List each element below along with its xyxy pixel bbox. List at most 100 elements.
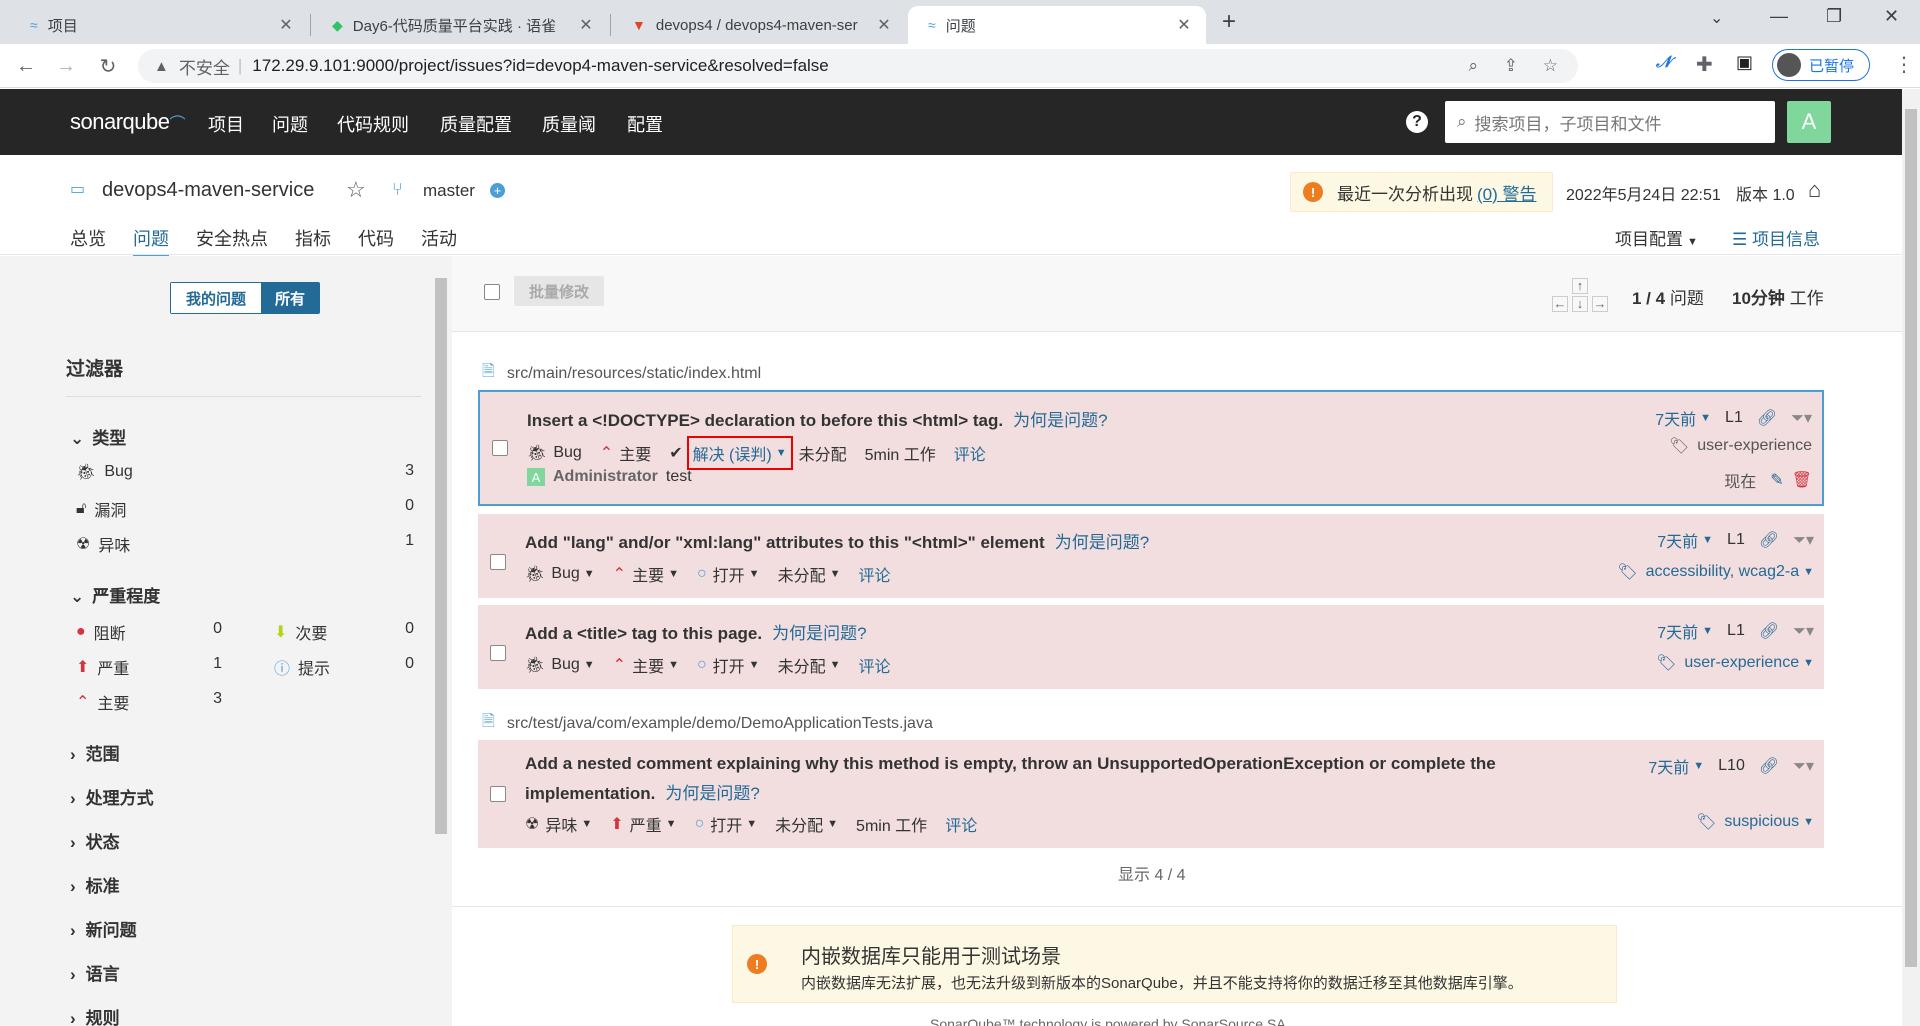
issue-card[interactable]: Add "lang" and/or "xml:lang" attributes …: [478, 514, 1824, 598]
issue-tags-dropdown[interactable]: 🏷︎ accessibility, wcag2-a ▼: [1603, 562, 1814, 582]
issue-checkbox[interactable]: [492, 440, 508, 456]
issue-status-dropdown[interactable]: ○ 打开 ▼: [695, 812, 758, 836]
facet-new-issues-header[interactable]: › 新问题: [70, 916, 137, 941]
sonarqube-logo[interactable]: sonarqube⌒: [70, 109, 185, 135]
sidepanel-icon[interactable]: ▣: [1736, 52, 1753, 73]
filter-severity-info[interactable]: ⓘ 提示: [274, 655, 330, 679]
filter-severity-minor[interactable]: ⬇ 次要: [274, 620, 327, 644]
filter-icon[interactable]: ⏷▾: [1791, 408, 1812, 428]
tab-issues[interactable]: 问题: [133, 225, 169, 258]
project-info-link[interactable]: ☰ 项目信息: [1732, 225, 1820, 250]
facet-severity-header[interactable]: ⌄ 严重程度: [70, 582, 160, 607]
favorite-star-icon[interactable]: ☆: [346, 177, 366, 203]
nav-quality-gates[interactable]: 质量阈: [542, 111, 596, 137]
tab-activity[interactable]: 活动: [421, 225, 457, 251]
why-link[interactable]: 为何是问题?: [1055, 533, 1149, 552]
browser-tab[interactable]: ▼ devops4 / devops4-maven-ser ✕: [612, 6, 906, 44]
permalink-icon[interactable]: 🔗︎: [1759, 530, 1779, 550]
issue-status-dropdown[interactable]: 解决 (误判) ▼: [686, 436, 793, 470]
profile-button[interactable]: 已暂停: [1772, 49, 1870, 81]
issue-card-selected[interactable]: Insert a <!DOCTYPE> declaration to befor…: [478, 390, 1824, 506]
facet-type-header[interactable]: ⌄ 类型: [70, 424, 126, 449]
facet-standards-header[interactable]: › 标准: [70, 872, 120, 897]
maximize-icon[interactable]: ❐: [1826, 6, 1842, 27]
filter-icon[interactable]: ⏷▾: [1793, 530, 1814, 550]
delete-trash-icon[interactable]: 🗑︎: [1792, 470, 1812, 490]
facet-scope-header[interactable]: › 范围: [70, 740, 120, 765]
facet-resolution-header[interactable]: › 处理方式: [70, 784, 154, 809]
branch-name[interactable]: master: [423, 181, 475, 201]
filter-icon[interactable]: ⏷▾: [1793, 756, 1814, 776]
issue-message-text[interactable]: Add a <title> tag to this page.: [525, 624, 762, 643]
minimize-icon[interactable]: —: [1770, 6, 1788, 27]
my-issues-button[interactable]: 我的问题: [171, 283, 261, 313]
issue-severity-dropdown[interactable]: ⬆ 严重 ▼: [610, 812, 676, 836]
warning-link[interactable]: (0) 警告: [1477, 180, 1537, 205]
issue-type-dropdown[interactable]: 🐞︎ Bug ▼: [525, 655, 595, 675]
filter-severity-blocker[interactable]: ● 阻断: [76, 620, 126, 644]
url-bar[interactable]: ▲ 不安全 | 172.29.9.101:9000/project/issues…: [138, 49, 1578, 83]
issue-card[interactable]: Add a <title> tag to this page. 为何是问题? 🐞︎…: [478, 605, 1824, 689]
menu-dots-icon[interactable]: ⋮: [1894, 52, 1914, 77]
window-close-icon[interactable]: ✕: [1884, 6, 1899, 27]
issue-type-dropdown[interactable]: ☢ 异味 ▼: [525, 812, 592, 836]
issue-tags-dropdown[interactable]: 🏷︎ suspicious ▼: [1682, 812, 1814, 832]
sidebar-scrollbar[interactable]: [433, 272, 449, 1026]
facet-status-header[interactable]: › 状态: [70, 828, 120, 853]
search-input[interactable]: ⌕ 搜索项目，子项目和文件: [1445, 101, 1775, 143]
why-link[interactable]: 为何是问题?: [1013, 411, 1107, 430]
help-icon[interactable]: ?: [1406, 111, 1428, 133]
reload-icon[interactable]: ↻: [94, 52, 122, 80]
issue-assignee-dropdown[interactable]: 未分配 ▼: [775, 812, 838, 836]
share-icon[interactable]: ⇪: [1504, 56, 1518, 76]
filter-icon[interactable]: ⏷▾: [1793, 621, 1814, 641]
permalink-icon[interactable]: 🔗︎: [1759, 756, 1779, 776]
filter-severity-major[interactable]: ⌃ 主要: [76, 690, 129, 714]
comment-link[interactable]: 评论: [858, 653, 890, 677]
tab-security-hotspots[interactable]: 安全热点: [196, 225, 268, 251]
back-icon[interactable]: ←: [12, 52, 40, 80]
issue-checkbox[interactable]: [490, 645, 506, 661]
why-link[interactable]: 为何是问题?: [772, 624, 866, 643]
tab-measures[interactable]: 指标: [295, 225, 331, 251]
filter-severity-critical[interactable]: ⬆ 严重: [76, 655, 129, 679]
close-icon[interactable]: ✕: [276, 15, 296, 35]
issue-message-text[interactable]: Add a nested comment explaining why this…: [525, 754, 1496, 773]
filter-type-code-smell[interactable]: ☢ 异味: [76, 532, 130, 556]
page-scrollbar[interactable]: [1902, 89, 1920, 1026]
issue-card[interactable]: Add a nested comment explaining why this…: [478, 740, 1824, 848]
issue-status-dropdown[interactable]: ○ 打开 ▼: [697, 653, 760, 677]
issue-age-dropdown[interactable]: 7天前 ▼: [1657, 619, 1713, 643]
puzzle-icon[interactable]: ✚: [1696, 52, 1713, 77]
filter-type-bug[interactable]: 🐞︎ Bug: [76, 462, 133, 482]
project-settings-menu[interactable]: 项目配置 ▼: [1615, 225, 1698, 250]
issue-message-text[interactable]: Insert a <!DOCTYPE> declaration to befor…: [527, 411, 1003, 430]
issue-assignee-dropdown[interactable]: 未分配 ▼: [778, 653, 841, 677]
filter-type-vulnerability[interactable]: 🔓︎ 漏洞: [76, 497, 126, 521]
browser-tab-active[interactable]: ≈ 问题 ✕: [908, 6, 1206, 44]
close-icon[interactable]: ✕: [874, 15, 894, 35]
branch-add-icon[interactable]: +: [490, 183, 505, 198]
issue-message-text[interactable]: Add "lang" and/or "xml:lang" attributes …: [525, 533, 1045, 552]
nav-issues[interactable]: 问题: [272, 111, 308, 137]
issue-age-dropdown[interactable]: 7天前 ▼: [1648, 754, 1704, 778]
close-icon[interactable]: ✕: [1174, 15, 1194, 35]
issue-assignee-dropdown[interactable]: 未分配 ▼: [778, 562, 841, 586]
issue-tags-dropdown[interactable]: 🏷︎ user-experience ▼: [1642, 653, 1814, 673]
nav-rules[interactable]: 代码规则: [337, 111, 409, 137]
facet-language-header[interactable]: › 语言: [70, 960, 120, 985]
comment-link[interactable]: 评论: [945, 812, 977, 836]
nav-projects[interactable]: 项目: [208, 111, 244, 137]
file-header[interactable]: 🗎 src/main/resources/static/index.html: [482, 360, 761, 387]
issue-status-dropdown[interactable]: ○ 打开 ▼: [697, 562, 760, 586]
issue-age-dropdown[interactable]: 7天前 ▼: [1655, 406, 1711, 430]
bookmark-star-icon[interactable]: ☆: [1543, 56, 1558, 76]
tab-overview[interactable]: 总览: [70, 225, 106, 251]
issue-severity-dropdown[interactable]: ⌃ 主要 ▼: [613, 562, 679, 586]
extension-icon[interactable]: 𝒩: [1656, 54, 1671, 72]
edit-pencil-icon[interactable]: ✎: [1770, 470, 1783, 490]
issue-checkbox[interactable]: [490, 554, 506, 570]
tab-code[interactable]: 代码: [358, 225, 394, 251]
zoom-icon[interactable]: ⌕: [1468, 56, 1478, 76]
new-tab-icon[interactable]: +: [1222, 8, 1236, 36]
